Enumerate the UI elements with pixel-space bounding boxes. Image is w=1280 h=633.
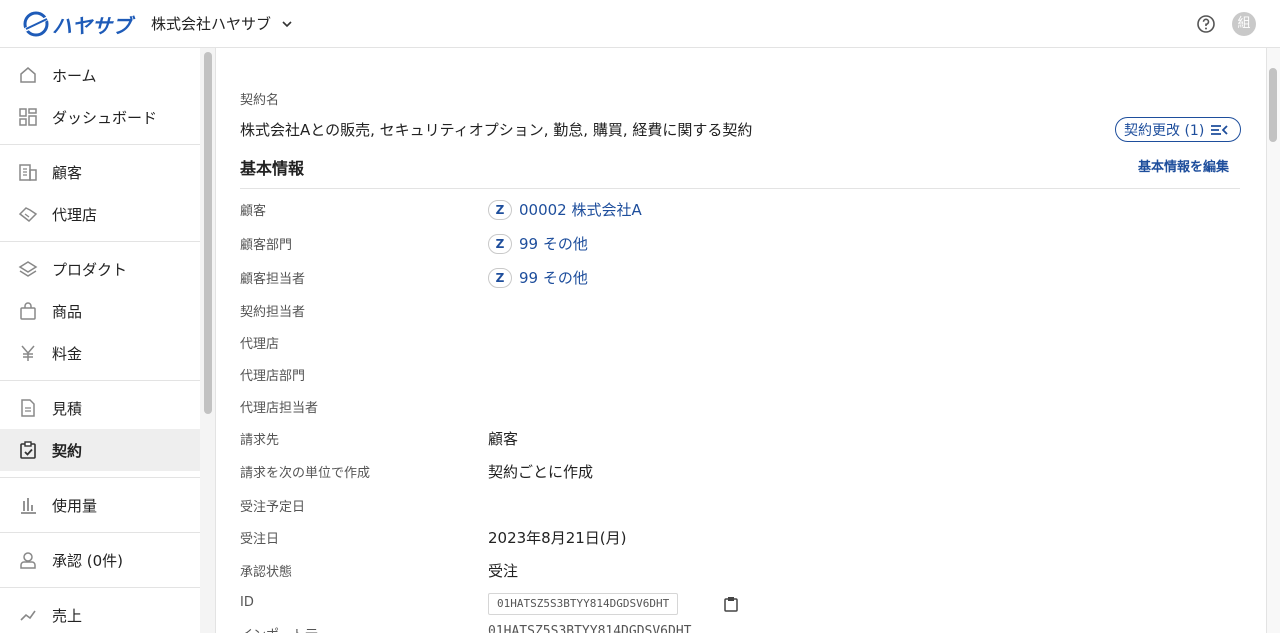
main-scrollbar-thumb[interactable] <box>1269 68 1277 142</box>
contract-rep-label: 契約担当者 <box>240 305 306 320</box>
edit-basic-info-link[interactable]: 基本情報を編集 <box>1138 156 1229 175</box>
sidebar-item-label: 使用量 <box>52 496 98 515</box>
billing-to-label: 請求先 <box>240 433 280 448</box>
person-icon <box>20 552 36 569</box>
customer-dept-label: 顧客部門 <box>240 238 293 253</box>
expected-order-label: 受注予定日 <box>240 500 306 515</box>
sidebar-group: ホーム ダッシュボード <box>0 48 200 145</box>
sidebar-item-label: 料金 <box>52 344 83 363</box>
sidebar-item-home[interactable]: ホーム <box>0 54 200 96</box>
sidebar-group: 承認 (0件) <box>0 533 200 588</box>
sidebar-item-label: 承認 (0件) <box>52 551 124 570</box>
sidebar-item-approvals[interactable]: 承認 (0件) <box>0 539 200 581</box>
customer-rep-value[interactable]: Z 99 その他 <box>488 267 588 288</box>
sidebar-group: 売上 <box>0 588 200 633</box>
sidebar-item-label: ダッシュボード <box>52 108 158 127</box>
import-source-label: インポート元 <box>240 624 318 633</box>
contract-name-label: 契約名 <box>240 93 280 108</box>
home-icon <box>20 67 36 83</box>
agency-dept-label: 代理店部門 <box>240 369 306 384</box>
sidebar-item-customers[interactable]: 顧客 <box>0 151 200 193</box>
customer-value[interactable]: Z 00002 株式会社A <box>488 199 642 220</box>
logo-text: ハヤサブ <box>52 13 132 38</box>
handshake-icon <box>18 207 38 222</box>
id-value: 01HATSZ5S3BTYY814DGDSV6DHT <box>488 593 679 615</box>
approval-value: 受注 <box>488 562 519 580</box>
copy-clipboard-icon[interactable] <box>724 596 738 612</box>
layers-icon <box>18 261 38 277</box>
order-date-label: 受注日 <box>240 532 280 547</box>
sidebar-item-pricing[interactable]: 料金 <box>0 332 200 374</box>
dashboard-icon <box>19 108 37 126</box>
sidebar-item-label: プロダクト <box>52 260 128 279</box>
billing-unit-label: 請求を次の単位で作成 <box>240 466 371 481</box>
billing-unit-value: 契約ごとに作成 <box>488 463 594 481</box>
contract-name: 株式会社Aとの販売, セキュリティオプション, 勤怠, 購買, 経費に関する契約 <box>240 121 753 139</box>
contract-detail: 契約名 株式会社Aとの販売, セキュリティオプション, 勤怠, 購買, 経費に関… <box>216 48 1264 633</box>
customer-label: 顧客 <box>240 204 267 219</box>
import-source-value: 01HATSZ5S3BTYY814DGDSV6DHT <box>488 624 692 633</box>
sidebar-item-label: 代理店 <box>52 205 98 224</box>
menu-collapse-icon <box>1211 124 1228 135</box>
sidebar-item-usage[interactable]: 使用量 <box>0 484 200 526</box>
building-icon <box>19 164 37 181</box>
sidebar-item-agencies[interactable]: 代理店 <box>0 193 200 235</box>
help-icon[interactable] <box>1196 14 1216 34</box>
sidebar-group: 顧客 代理店 <box>0 145 200 242</box>
section-divider <box>240 188 1240 189</box>
z-badge: Z <box>488 199 512 220</box>
sidebar-item-products[interactable]: プロダクト <box>0 248 200 290</box>
sidebar-group: 見積 契約 <box>0 381 200 478</box>
yen-icon <box>21 345 35 361</box>
section-title: 基本情報 <box>240 159 305 178</box>
sidebar-item-contracts[interactable]: 契約 <box>0 429 200 471</box>
avatar[interactable]: 組 <box>1232 12 1256 36</box>
sidebar-item-dashboard[interactable]: ダッシュボード <box>0 96 200 138</box>
logo[interactable]: ハヤサブ <box>22 8 132 40</box>
customer-dept-value[interactable]: Z 99 その他 <box>488 233 588 254</box>
agency-rep-label: 代理店担当者 <box>240 401 319 416</box>
approval-label: 承認状態 <box>240 565 293 580</box>
contract-renewal-button[interactable]: 契約更改 (1) <box>1115 117 1241 142</box>
agency-label: 代理店 <box>240 337 280 352</box>
order-date-value: 2023年8月21日(月) <box>488 529 627 547</box>
customer-rep-link[interactable]: 99 その他 <box>519 267 588 288</box>
billing-to-value: 顧客 <box>488 430 519 448</box>
z-badge: Z <box>488 233 512 254</box>
sidebar-item-sales[interactable]: 売上 <box>0 594 200 633</box>
customer-dept-link[interactable]: 99 その他 <box>519 233 588 254</box>
sidebar-item-label: 見積 <box>52 399 83 418</box>
customer-rep-label: 顧客担当者 <box>240 272 306 287</box>
sidebar: ホーム ダッシュボード 顧客 代理店 プロダクト 商品 料金 見積 契約 使用量… <box>0 48 200 633</box>
sidebar-group: 使用量 <box>0 478 200 533</box>
sidebar-item-label: 契約 <box>52 441 83 460</box>
sidebar-scrollbar-thumb[interactable] <box>204 52 212 414</box>
sales-icon <box>20 610 36 621</box>
customer-link[interactable]: 00002 株式会社A <box>519 199 642 220</box>
sidebar-item-items[interactable]: 商品 <box>0 290 200 332</box>
logo-mark-icon <box>23 11 49 37</box>
bag-icon <box>20 302 36 320</box>
top-header: ハヤサブ 株式会社ハヤサブ 組 <box>0 0 1280 48</box>
sidebar-item-label: 売上 <box>52 606 83 625</box>
sidebar-group: プロダクト 商品 料金 <box>0 242 200 381</box>
contract-renewal-label: 契約更改 (1) <box>1124 122 1205 139</box>
chevron-down-icon <box>282 20 292 27</box>
company-name: 株式会社ハヤサブ <box>151 15 272 33</box>
bar-chart-icon <box>21 498 36 514</box>
id-label: ID <box>240 595 254 610</box>
clipboard-check-icon <box>20 441 36 459</box>
sidebar-item-label: 顧客 <box>52 163 83 182</box>
sidebar-item-quotes[interactable]: 見積 <box>0 387 200 429</box>
document-icon <box>21 399 35 417</box>
sidebar-item-label: 商品 <box>52 302 83 321</box>
sidebar-item-label: ホーム <box>52 66 97 85</box>
company-switcher[interactable]: 株式会社ハヤサブ <box>151 13 293 34</box>
z-badge: Z <box>488 267 512 288</box>
